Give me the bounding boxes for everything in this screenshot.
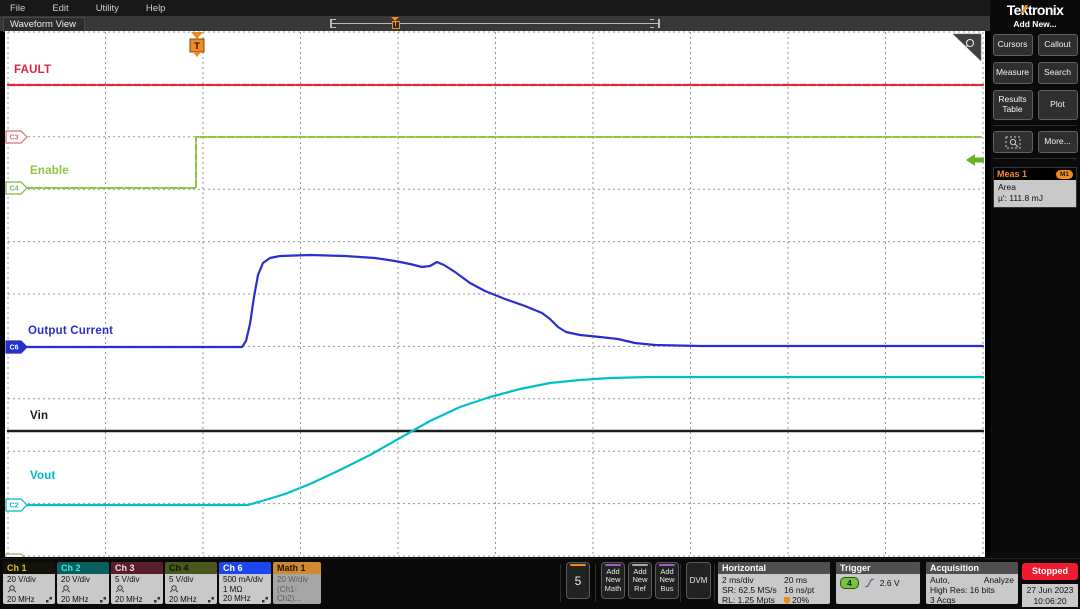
channel-label: Ch 1 [3,562,55,574]
horizontal-title: Horizontal [718,562,830,574]
channel-label: Ch 6 [219,562,271,574]
tektronix-logo: Tektronix [990,2,1080,18]
acquisition-analyze: Analyze [984,575,1014,585]
meas1-results-badge[interactable]: Meas 1 M1 Area µ': 111.8 mJ [993,167,1077,208]
acquisition-resolution: High Res: 16 bits [930,585,1014,595]
trigger-source-badge: 4 [840,577,859,589]
trigger-title: Trigger [836,562,920,574]
drag-handle-icon [99,596,107,604]
channel-badge-math-1[interactable]: Math 120 W/div(Ch1-Ch2)... [273,562,321,604]
tab-bar: Waveform View T [0,16,990,31]
horizontal-window: 20 ms [784,575,826,585]
add-new-bus-button[interactable]: AddNewBus [655,562,679,599]
trigger-position-icon [784,597,790,604]
probe-icon [61,585,71,593]
waveform-graticule[interactable]: C3C4C6C2C1TFAULTEnableOutput CurrentVinV… [5,31,985,557]
zoom-area-icon [1005,136,1021,149]
menu-utility[interactable]: Utility [96,3,119,14]
horizontal-panel[interactable]: Horizontal 2 ms/div 20 ms SR: 62.5 MS/s … [718,562,830,604]
dvm-button[interactable]: DVM [686,562,711,599]
cursors-button[interactable]: Cursors [993,34,1033,56]
horizontal-scale: 2 ms/div [722,575,784,585]
horizontal-resolution: 16 ns/pt [784,585,826,595]
probe-icon [169,585,179,593]
add-new-heading: Add New... [990,19,1080,29]
trace-vout[interactable] [8,377,983,505]
callout-5-button[interactable]: 5 [566,562,590,599]
probe-icon [115,585,125,593]
fault-label: FAULT [14,64,51,76]
channel-label: Ch 4 [165,562,217,574]
channel-badge-ch-2[interactable]: Ch 220 V/div20 MHz [57,562,109,604]
channel-label: Ch 2 [57,562,109,574]
results-table-button[interactable]: Results Table [993,90,1033,120]
acquisition-mode: Auto, [930,575,950,585]
channel-label: Math 1 [273,562,321,574]
enable-label: Enable [30,165,69,177]
channel-marker-c4[interactable]: C4 [6,182,27,194]
channel-label: Ch 3 [111,562,163,574]
menu-bar: File Edit Utility Help [0,0,1000,16]
record-trigger-position-icon[interactable]: T [391,17,400,29]
zoom-corner-icon[interactable] [953,34,981,61]
drag-handle-icon [153,596,161,604]
time-text: 10:06:20 [1022,596,1078,607]
trigger-panel[interactable]: Trigger 4 2.6 V [836,562,920,604]
settings-bar: Ch 120 V/div20 MHzCh 220 V/div20 MHzCh 3… [0,558,1080,609]
acquisition-panel[interactable]: Acquisition Auto, Analyze High Res: 16 b… [926,562,1018,604]
date-text: 27 Jun 2023 [1022,585,1078,596]
meas1-value: µ': 111.8 mJ [998,193,1072,204]
acquisition-count: 3 Acqs [930,595,1014,604]
more-button[interactable]: More... [1038,131,1078,153]
callout-button[interactable]: Callout [1038,34,1078,56]
vout-label: Vout [30,470,56,482]
meas1-source-badge: M1 [1056,170,1073,179]
channel-badge-ch-4[interactable]: Ch 45 V/div20 MHz [165,562,217,604]
horizontal-record-length: RL: 1.25 Mpts [722,595,784,604]
output-current-label: Output Current [28,325,113,337]
run-stop-button[interactable]: Stopped [1022,563,1078,580]
tab-waveform-view[interactable]: Waveform View [3,17,85,32]
drag-handle-icon [207,596,215,604]
drag-handle-icon [45,596,53,604]
plot-button[interactable]: Plot [1038,90,1078,120]
menu-file[interactable]: File [10,3,25,14]
datetime-display: 27 Jun 2023 10:06:20 [1022,584,1078,607]
rising-edge-icon [864,578,875,588]
svg-text:T: T [194,41,200,51]
horizontal-trigger-position: 20% [784,595,826,604]
acquisition-title: Acquisition [926,562,1018,574]
add-new-ref-button[interactable]: AddNewRef [628,562,652,599]
channel-badge-ch-1[interactable]: Ch 120 V/div20 MHz [3,562,55,604]
measure-button[interactable]: Measure [993,62,1033,84]
svg-text:C3: C3 [10,135,19,142]
trigger-level: 2.6 V [880,578,900,588]
channel-marker-c6[interactable]: C6 [6,341,27,353]
zoom-area-button[interactable] [993,131,1033,153]
meas1-type: Area [998,182,1072,193]
right-panel: Tektronix Add New... Cursors Callout Mea… [990,0,1080,558]
channel-marker-c2[interactable]: C2 [6,499,27,511]
svg-text:C6: C6 [10,345,19,352]
vin-label: Vin [30,410,48,422]
channel-badge-ch-6[interactable]: Ch 6500 mA/div1 MΩ20 MHz [219,562,271,604]
menu-help[interactable]: Help [146,3,166,14]
trigger-level-arrow-icon[interactable] [966,154,984,166]
svg-text:C4: C4 [10,186,19,193]
add-new-math-button[interactable]: AddNewMath [601,562,625,599]
search-button[interactable]: Search [1038,62,1078,84]
record-view-bar[interactable]: T [330,19,660,28]
horizontal-sample-rate: SR: 62.5 MS/s [722,585,784,595]
graticule-svg[interactable]: C3C4C6C2C1T [5,31,985,557]
svg-text:C2: C2 [10,503,19,510]
channel-badge-ch-3[interactable]: Ch 35 V/div20 MHz [111,562,163,604]
meas1-title: Meas 1 [997,169,1027,179]
drag-handle-icon [261,596,269,604]
probe-icon [7,585,17,593]
menu-edit[interactable]: Edit [52,3,68,14]
channel-marker-c3[interactable]: C3 [6,131,27,143]
trigger-position-marker[interactable]: T [190,32,204,57]
